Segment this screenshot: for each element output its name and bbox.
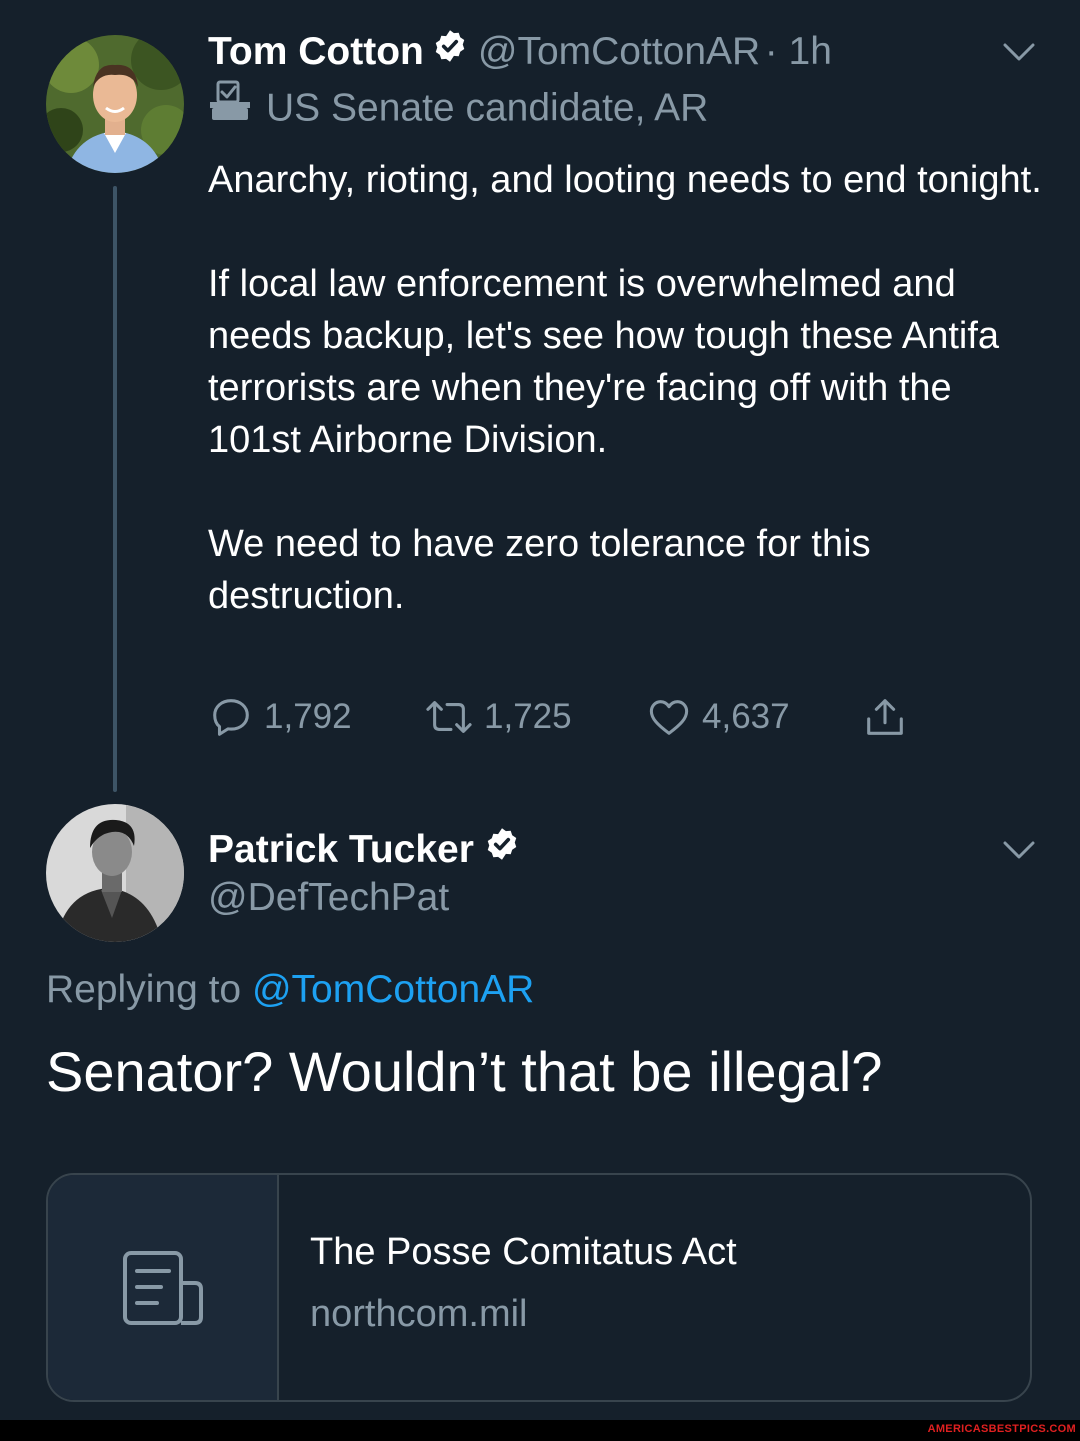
article-document-icon xyxy=(122,1250,203,1325)
reply-icon xyxy=(213,699,249,736)
tweet1-paragraph: Anarchy, rioting, and looting needs to e… xyxy=(208,159,1042,201)
tweet1-text: Anarchy, rioting, and looting needs to e… xyxy=(208,154,1048,622)
replying-to-label: Replying to xyxy=(46,968,242,1011)
like-button[interactable]: 4,637 xyxy=(646,694,790,740)
tweet1-paragraph: We need to have zero tolerance for this … xyxy=(208,523,871,617)
retweet-icon xyxy=(426,701,472,733)
patrick-tucker-avatar[interactable] xyxy=(46,804,184,942)
tweet1-more-chevron-down-icon[interactable] xyxy=(1002,40,1036,69)
like-count: 4,637 xyxy=(702,697,790,736)
tweet1-header: Tom Cotton @TomCottonAR · 1h xyxy=(208,28,832,88)
tweet1-candidate-label: US Senate candidate, AR xyxy=(208,80,709,138)
card-thumbnail xyxy=(48,1175,279,1400)
thread-connector-line xyxy=(113,186,117,792)
reply-count: 1,792 xyxy=(264,697,352,736)
tweet-thread: Tom Cotton @TomCottonAR · 1h US Senate c… xyxy=(0,0,1080,1441)
tweet1-paragraph: If local law enforcement is overwhelmed … xyxy=(208,263,1000,461)
share-button[interactable] xyxy=(862,694,918,740)
tweet1-handle[interactable]: @TomCottonAR xyxy=(478,30,760,73)
verified-badge-icon xyxy=(484,826,520,882)
tweet2-more-chevron-down-icon[interactable] xyxy=(1002,838,1036,867)
heart-icon xyxy=(649,700,689,735)
tweet1-action-bar: 1,792 1,725 4,637 xyxy=(208,694,928,742)
card-domain: northcom.mil xyxy=(310,1293,528,1335)
ballot-box-icon xyxy=(208,78,252,134)
replying-to-mention-link[interactable]: @TomCottonAR xyxy=(252,968,534,1011)
candidate-label-text: US Senate candidate, AR xyxy=(266,86,709,130)
tweet2-handle[interactable]: @DefTechPat xyxy=(208,874,449,922)
share-icon xyxy=(867,699,903,735)
tweet1-author-name[interactable]: Tom Cotton xyxy=(208,30,424,73)
reply-button[interactable]: 1,792 xyxy=(208,694,352,740)
card-title: The Posse Comitatus Act xyxy=(310,1231,737,1273)
tom-cotton-avatar[interactable] xyxy=(46,35,184,173)
tweet1-timestamp[interactable]: · 1h xyxy=(765,30,832,73)
tweet2-author-name[interactable]: Patrick Tucker xyxy=(208,828,474,871)
watermark-bar xyxy=(0,1420,1080,1441)
replying-to-line: Replying to @TomCottonAR xyxy=(46,966,534,1014)
watermark-text: AMERICASBESTPICS.COM xyxy=(927,1423,1076,1435)
retweet-button[interactable]: 1,725 xyxy=(424,694,572,740)
verified-badge-icon xyxy=(432,28,468,84)
retweet-count: 1,725 xyxy=(484,697,572,736)
link-preview-card[interactable]: The Posse Comitatus Act northcom.mil xyxy=(46,1173,1032,1402)
tweet2-text: Senator? Wouldn’t that be illegal? xyxy=(46,1040,883,1103)
